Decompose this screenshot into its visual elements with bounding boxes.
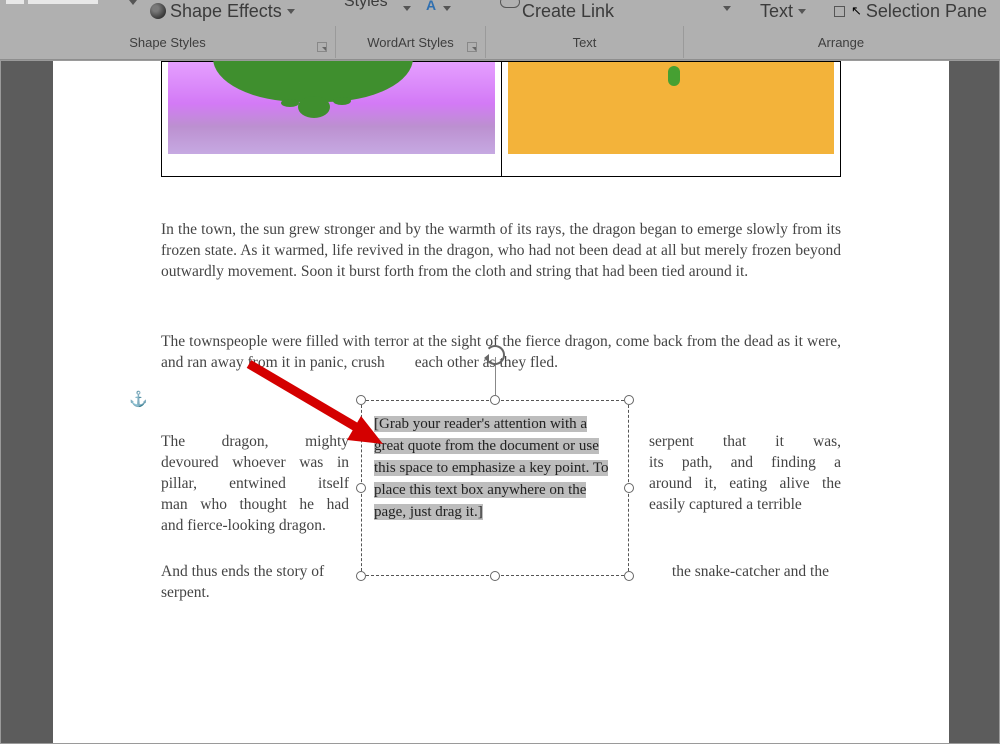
dialog-launcher-icon[interactable]: [467, 42, 477, 52]
document-canvas[interactable]: In the town, the sun grew stronger and b…: [0, 60, 1000, 744]
p4-right: the snake-catcher and the: [639, 561, 829, 582]
resize-handle[interactable]: [490, 571, 500, 581]
shape-effects-label: Shape Effects: [170, 1, 282, 22]
chevron-down-icon: [443, 6, 451, 11]
create-link-label: Create Link: [522, 1, 614, 22]
resize-handle[interactable]: [624, 395, 634, 405]
group-text: Text: [486, 26, 684, 58]
line: around it, eating alive the: [649, 473, 841, 494]
wrap-right-column: serpent that it was, its path, and findi…: [649, 431, 841, 515]
group-shape-styles: Shape Styles: [0, 26, 336, 58]
styles-label: Styles: [344, 0, 388, 10]
group-label: WordArt Styles: [367, 35, 453, 50]
selection-pane-label: Selection Pane: [866, 1, 987, 22]
landscape-sunset-image[interactable]: [168, 62, 495, 154]
p4-left: And thus ends the story of: [161, 561, 371, 582]
line: The dragon, mighty: [161, 431, 349, 452]
ribbon: Shape Effects Styles A Create Link Text …: [0, 0, 1000, 60]
resize-handle[interactable]: [624, 483, 634, 493]
document-page[interactable]: In the town, the sun grew stronger and b…: [53, 61, 949, 744]
line: serpent that it was,: [649, 431, 841, 452]
group-arrange: Arrange: [684, 26, 998, 58]
group-label: Text: [573, 35, 597, 50]
link-icon: [500, 0, 520, 8]
line: its path, and finding a: [649, 452, 841, 473]
highlighted-placeholder-text: [Grab your reader's attention with a gre…: [374, 416, 608, 520]
create-link-button[interactable]: Create Link: [522, 0, 614, 22]
quick-styles-menu[interactable]: Styles: [344, 0, 388, 16]
resize-handle[interactable]: [356, 571, 366, 581]
ribbon-group-labels: Shape Styles WordArt Styles Text Arrange: [0, 26, 1000, 58]
chevron-down-icon: [403, 6, 411, 11]
chevron-down-icon[interactable]: [723, 6, 731, 11]
wrap-left-column: The dragon, mighty devoured whoever was …: [161, 431, 349, 536]
line: pillar, entwined itself: [161, 473, 349, 494]
dialog-launcher-icon[interactable]: [317, 42, 327, 52]
chevron-down-icon: [287, 9, 295, 14]
image-table[interactable]: [161, 61, 841, 177]
ribbon-top-row: Shape Effects Styles A Create Link Text …: [0, 0, 1000, 22]
p4-below: serpent.: [161, 582, 841, 603]
resize-handle[interactable]: [624, 571, 634, 581]
paragraph[interactable]: In the town, the sun grew stronger and b…: [161, 219, 841, 282]
text-label: Text: [760, 1, 793, 22]
text-menu[interactable]: Text: [760, 0, 806, 22]
shape-effects-icon: [150, 3, 166, 19]
line: and fierce-looking dragon.: [161, 515, 349, 536]
line: devoured whoever was in: [161, 452, 349, 473]
yellow-image[interactable]: [508, 62, 835, 154]
cursor-icon: ↖: [851, 3, 862, 19]
line: easily captured a terrible: [649, 494, 841, 515]
checkbox-icon: [834, 6, 845, 17]
line: man who thought he had: [161, 494, 349, 515]
resize-handle[interactable]: [356, 395, 366, 405]
chevron-down-icon: [798, 9, 806, 14]
table-cell-right[interactable]: [502, 62, 841, 176]
text-effects-icon[interactable]: A: [426, 0, 436, 13]
anchor-icon[interactable]: ⚓: [129, 390, 148, 408]
group-label: Arrange: [818, 35, 864, 50]
selected-text-box[interactable]: [Grab your reader's attention with a gre…: [361, 400, 629, 576]
group-label: Shape Styles: [129, 35, 206, 50]
rotate-handle-icon[interactable]: [485, 345, 505, 365]
table-cell-left[interactable]: [162, 62, 502, 176]
shape-effects-menu[interactable]: Shape Effects: [150, 0, 295, 22]
group-wordart-styles: WordArt Styles: [336, 26, 486, 58]
selection-pane-button[interactable]: ↖ Selection Pane: [834, 0, 987, 22]
resize-handle[interactable]: [356, 483, 366, 493]
resize-handle[interactable]: [490, 395, 500, 405]
text-box-content[interactable]: [Grab your reader's attention with a gre…: [374, 413, 616, 523]
